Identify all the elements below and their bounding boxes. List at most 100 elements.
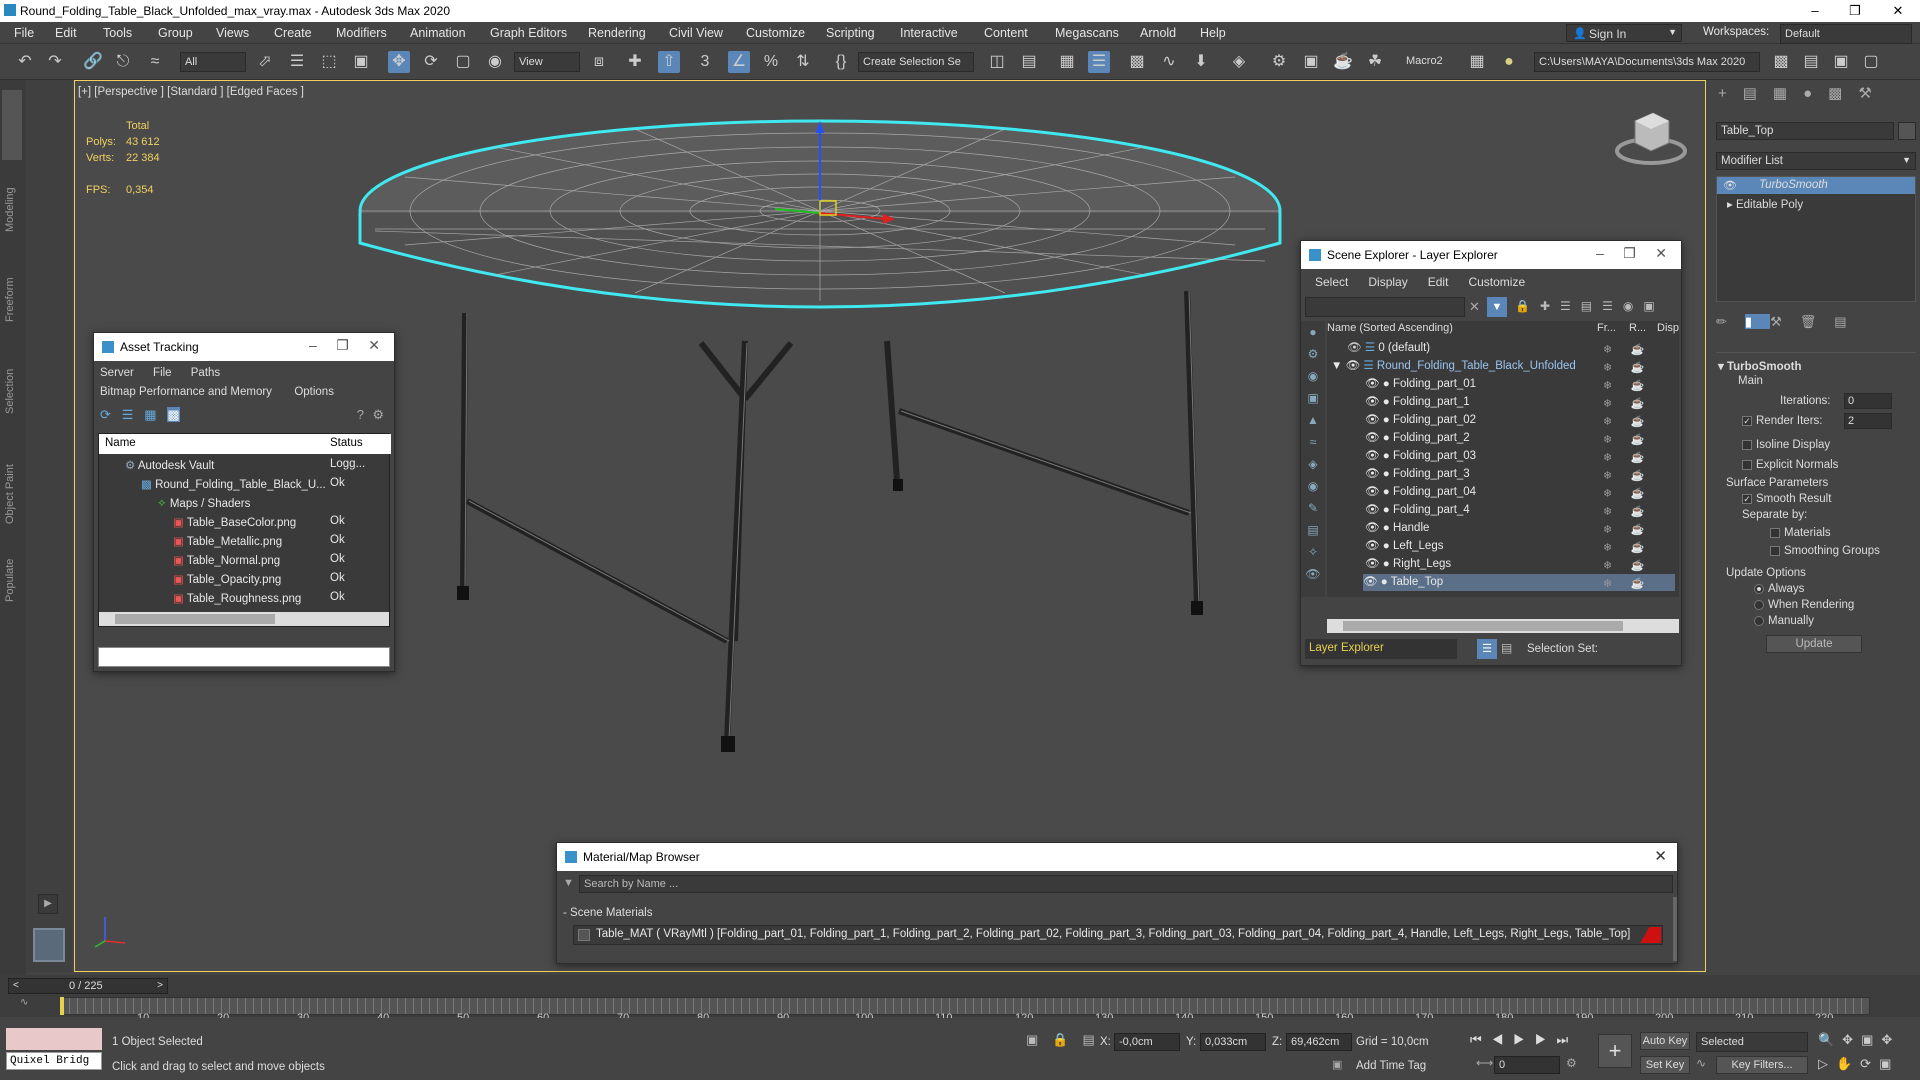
eye-icon[interactable]: 👁 (1365, 522, 1380, 534)
menu-scripting[interactable]: Scripting (826, 26, 875, 40)
layer-move-icon[interactable]: ▣ (1830, 51, 1852, 73)
material-search-input[interactable]: Search by Name ... (579, 875, 1673, 893)
object-row[interactable]: 👁 ● Folding_part_3 (1365, 466, 1470, 480)
asset-row[interactable]: ▣ Table_BaseColor.png (173, 515, 296, 529)
asset-tracking-titlebar[interactable]: Asset Tracking – ❐ ✕ (94, 333, 394, 361)
filter-icon[interactable]: ▼ (1487, 297, 1507, 317)
sign-in-button[interactable]: 👤 Sign In ▼ (1566, 24, 1682, 42)
scrollbar-thumb[interactable] (1343, 621, 1623, 631)
reference-coordinate-dropdown[interactable]: View (514, 52, 580, 72)
table-view-icon[interactable]: ▩ (167, 407, 180, 422)
minimize-icon[interactable]: – (1795, 1, 1835, 21)
tab-populate[interactable]: Populate (4, 559, 16, 602)
x-coordinate-field[interactable]: -0,0cm (1114, 1033, 1180, 1051)
maxscript-listener-area[interactable] (6, 1028, 102, 1050)
menu-tools[interactable]: Tools (103, 26, 132, 40)
object-row[interactable]: 👁 ● Folding_part_03 (1365, 448, 1476, 462)
checkbox-icon[interactable] (1770, 527, 1780, 538)
stack-item-turbosmooth[interactable]: TurboSmooth (1717, 177, 1915, 194)
explorer-type-dropdown[interactable]: Layer Explorer (1305, 639, 1457, 659)
object-color-swatch[interactable] (1898, 122, 1916, 140)
modifier-list-dropdown[interactable]: Modifier List ▼ (1716, 152, 1916, 170)
percent-snap-icon[interactable]: % (760, 51, 782, 73)
menu-civil-view[interactable]: Civil View (669, 26, 723, 40)
render-setup-icon[interactable]: ⚙ (1268, 51, 1290, 73)
object-row[interactable]: 👁 ● Folding_part_04 (1365, 484, 1476, 498)
eye-icon[interactable]: 👁 (1347, 342, 1362, 354)
project-path-dropdown[interactable]: C:\Users\MAYA\Documents\3ds Max 2020 (1534, 52, 1760, 72)
curve-editor-icon[interactable]: ∿ (1158, 51, 1180, 73)
menu-file[interactable]: File (153, 367, 172, 379)
always-radio[interactable]: Always (1754, 583, 1804, 595)
material-editor-icon[interactable]: ◈ (1228, 51, 1250, 73)
redo-icon[interactable]: ↷ (44, 51, 66, 73)
render-iters-toggle[interactable]: ✓ Render Iters: (1742, 415, 1822, 427)
z-coordinate-field[interactable]: 69,462cm (1286, 1033, 1352, 1051)
menu-display[interactable]: Display (1368, 275, 1407, 289)
pivot-center-icon[interactable]: ⧈ (588, 51, 610, 73)
scene-materials-group[interactable]: - Scene Materials (563, 907, 652, 919)
menu-arnold[interactable]: Arnold (1140, 26, 1176, 40)
eye-icon[interactable]: 👁 (1365, 414, 1380, 426)
container-icon[interactable]: ▩ (1770, 51, 1792, 73)
eye-icon[interactable]: 👁 (1365, 486, 1380, 498)
radio-icon[interactable] (1754, 615, 1764, 626)
column-display[interactable]: Disp (1657, 322, 1679, 334)
asset-row[interactable]: ⚙ Autodesk Vault (125, 458, 214, 472)
hierarchy-icon[interactable]: ▤ (1501, 641, 1512, 655)
smooth-result-toggle[interactable]: ✓ Smooth Result (1742, 493, 1831, 505)
time-config-icon[interactable]: ⚙ (1566, 1056, 1577, 1070)
stack-tools[interactable]: ✏▮⚒🗑▤ (1716, 314, 1916, 334)
checkbox-icon[interactable] (1742, 439, 1752, 450)
stack-item-editable-poly[interactable]: ▸ Editable Poly (1727, 197, 1803, 211)
horizontal-scrollbar[interactable] (99, 612, 389, 626)
when-rendering-radio[interactable]: When Rendering (1754, 599, 1854, 611)
help-icon[interactable]: ? (357, 407, 364, 422)
eye-icon[interactable]: 👁 (1346, 360, 1361, 372)
tab-freeform[interactable]: Freeform (4, 277, 16, 322)
checkbox-icon[interactable] (1742, 459, 1752, 470)
column-freeze[interactable]: Fr... (1597, 322, 1616, 334)
object-row[interactable]: 👁 ● Folding_part_1 (1365, 394, 1470, 408)
object-row[interactable]: 👁 ● Folding_part_4 (1365, 502, 1470, 516)
menu-modifiers[interactable]: Modifiers (336, 26, 387, 40)
grid-layout-icon[interactable]: ▦ (1466, 51, 1488, 73)
slider-right-icon[interactable]: > (157, 980, 163, 991)
key-tangent-icon[interactable]: ∿ (1696, 1056, 1706, 1070)
eye-icon[interactable]: 👁 (1365, 504, 1380, 516)
column-render[interactable]: R... (1629, 322, 1646, 334)
schematic-view-icon[interactable]: ⬇ (1190, 51, 1212, 73)
sphere-icon[interactable]: ● (1498, 51, 1520, 73)
render-iters-spinner[interactable]: 2 (1844, 413, 1892, 429)
scene-search-input[interactable] (1305, 297, 1465, 317)
snaps-toggle-icon[interactable]: 3 (694, 51, 716, 73)
bind-space-warp-icon[interactable]: ≈ (144, 51, 166, 73)
select-object-icon[interactable]: ⬀ (254, 51, 276, 73)
window-controls[interactable]: – ❐ ✕ (309, 337, 380, 354)
viewport-layout-button[interactable] (33, 928, 65, 962)
unlink-icon[interactable]: ⎋ (112, 51, 134, 73)
select-and-scale-icon[interactable]: ▢ (452, 51, 474, 73)
viewport-nav-icons-top[interactable]: 🔍✥▣✥ (1818, 1032, 1900, 1048)
eye-icon[interactable]: 👁 (1365, 468, 1380, 480)
rollout-title[interactable]: ▾ TurboSmooth (1718, 359, 1802, 373)
refresh-icon[interactable]: ⟳ (100, 407, 111, 422)
menu-server[interactable]: Server (100, 367, 134, 379)
settings-icon[interactable]: ⚙ (372, 407, 384, 423)
undo-icon[interactable]: ↶ (14, 51, 36, 73)
tab-object-paint[interactable]: Object Paint (4, 464, 16, 524)
scrollbar-thumb[interactable] (115, 614, 275, 624)
menu-create[interactable]: Create (274, 26, 312, 40)
key-mode-icon[interactable]: ⟷ (1476, 1056, 1493, 1070)
freeze-render-columns[interactable]: ❄ ☕ ❄ ☕ ❄ ☕ ❄ ☕ ❄ ☕ ❄ ☕ ❄ ☕ ❄ ☕ ❄ ☕ ❄ ☕ ❄ ☕ ❄ ☕ ❄ ☕ ❄… (1603, 341, 1663, 593)
close-icon[interactable]: ✕ (1878, 1, 1918, 21)
eye-icon[interactable]: 👁 (1723, 179, 1737, 192)
object-row[interactable]: 👁 ● Right_Legs (1365, 556, 1451, 570)
layer-add-icon[interactable]: ▤ (1800, 51, 1822, 73)
menu-options[interactable]: Options (294, 386, 334, 398)
column-name[interactable]: Name (105, 437, 136, 449)
slider-left-icon[interactable]: < (13, 980, 19, 991)
rectangular-selection-icon[interactable]: ⬚ (318, 51, 340, 73)
menu-interactive[interactable]: Interactive (900, 26, 958, 40)
keyboard-shortcut-override-icon[interactable]: ⇧ (658, 51, 680, 73)
